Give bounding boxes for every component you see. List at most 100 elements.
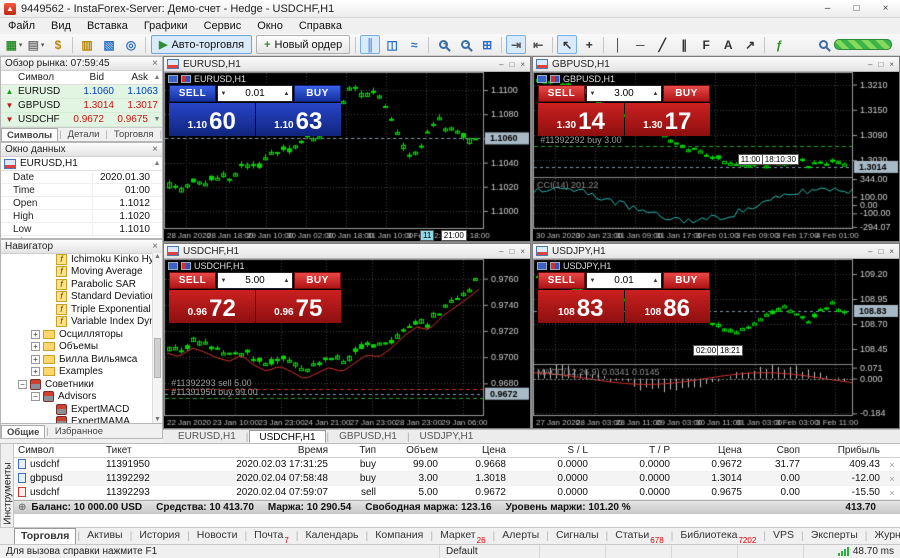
terminal-row[interactable]: usdchf113922932020.02.04 07:59:07sell5.0… (14, 486, 900, 500)
candles-icon[interactable]: ◫ (382, 35, 402, 54)
nav-item-Standard Deviation[interactable]: fStandard Deviation (1, 291, 162, 304)
cursor-icon[interactable]: ↖ (557, 35, 577, 54)
chart-minimize-button[interactable]: – (868, 60, 872, 69)
close-position-icon[interactable]: × (884, 488, 900, 498)
one-click-icon[interactable] (537, 75, 547, 83)
chart-tab-EURUSD,H1[interactable]: EURUSD,H1 (169, 430, 245, 443)
minimize-button[interactable]: – (813, 0, 842, 17)
close-position-icon[interactable]: × (884, 474, 900, 484)
volume-up-icon[interactable]: ▲ (281, 91, 292, 97)
line-chart-icon[interactable]: ≈ (404, 35, 424, 54)
scroll-down-icon[interactable]: ▼ (152, 116, 162, 123)
new-order-button[interactable]: +Новый ордер (256, 35, 350, 54)
terminal-tab-Новости[interactable]: Новости (191, 528, 244, 544)
terminal-tab-История[interactable]: История (133, 528, 186, 544)
crosshair-icon[interactable]: + (579, 35, 599, 54)
buy-button[interactable]: BUY (663, 272, 710, 289)
chart-restore-button[interactable]: □ (509, 247, 514, 256)
nav-item-Moving Average[interactable]: fMoving Average (1, 266, 162, 279)
chart-shift-icon[interactable]: ⇤ (528, 35, 548, 54)
chart-titlebar[interactable]: EURUSD,H1–□× (164, 57, 530, 72)
tab-Общие[interactable]: Общие (1, 425, 45, 438)
terminal-row[interactable]: gbpusd113922922020.02.04 07:58:48buy3.00… (14, 472, 900, 486)
chart-restore-button[interactable]: □ (878, 60, 883, 69)
terminal-col-Время[interactable]: Время (186, 445, 332, 456)
horizontal-line-icon[interactable]: ─ (630, 35, 650, 54)
collapse-icon[interactable]: − (18, 380, 27, 389)
chart-close-button[interactable]: × (520, 60, 525, 69)
sell-price[interactable]: 10883 (538, 290, 624, 323)
terminal-tab-Почта[interactable]: Почта7 (248, 528, 295, 544)
terminal-col-Цена[interactable]: Цена (442, 445, 510, 456)
scroll-up-icon[interactable]: ▲ (152, 74, 162, 81)
volume-stepper[interactable]: ▼0.01▲ (217, 85, 293, 102)
nav-item-Советники[interactable]: −Советники (1, 378, 162, 391)
navigator-scrollbar[interactable]: ▲▼ (152, 253, 162, 423)
terminal-tab-Маркет[interactable]: Маркет26 (434, 528, 491, 544)
buy-button[interactable]: BUY (663, 85, 710, 102)
chart-tab-USDCHF,H1[interactable]: USDCHF,H1 (249, 430, 325, 443)
chart-minimize-button[interactable]: – (499, 60, 503, 69)
volume-down-icon[interactable]: ▼ (218, 278, 229, 284)
vertical-line-icon[interactable]: │ (608, 35, 628, 54)
volume-down-icon[interactable]: ▼ (587, 278, 598, 284)
one-click-icon[interactable] (537, 262, 547, 270)
terminal-tab-Эксперты[interactable]: Эксперты (805, 528, 864, 544)
fibonacci-icon[interactable]: F (696, 35, 716, 54)
depth-of-market-icon[interactable] (181, 75, 191, 83)
market-watch-row[interactable]: ▼USDCHF0.96720.9675▼ (1, 113, 162, 127)
col-symbol[interactable]: Символ (1, 72, 64, 83)
volume-down-icon[interactable]: ▼ (587, 91, 598, 97)
sell-button[interactable]: SELL (538, 272, 585, 289)
chart-titlebar[interactable]: USDCHF,H1–□× (164, 244, 530, 259)
sell-button[interactable]: SELL (169, 272, 216, 289)
sell-price[interactable]: 1.1060 (169, 103, 255, 136)
arrows-tool-icon[interactable]: ↗ (740, 35, 760, 54)
nav-item-Объемы[interactable]: +Объемы (1, 341, 162, 354)
text-tool-icon[interactable]: A (718, 35, 738, 54)
nav-item-ExpertMAMA[interactable]: ExpertMAMA (1, 416, 162, 424)
depth-of-market-icon[interactable] (550, 262, 560, 270)
tab-Детали[interactable]: Детали (63, 129, 105, 140)
close-button[interactable]: × (871, 0, 900, 17)
buy-price[interactable]: 1.1063 (256, 103, 342, 136)
terminal-col-Символ[interactable]: Символ (14, 445, 102, 456)
terminal-row[interactable]: usdchf113919502020.02.03 17:31:25buy99.0… (14, 458, 900, 472)
chart-titlebar[interactable]: GBPUSD,H1–□× (533, 57, 899, 72)
terminal-tab-VPS[interactable]: VPS (767, 528, 800, 544)
menu-4[interactable]: Сервис (196, 19, 250, 33)
terminal-tab-Сигналы[interactable]: Сигналы (550, 528, 605, 544)
menu-1[interactable]: Вид (43, 19, 79, 33)
new-chart-icon[interactable]: ▦▾ (4, 35, 24, 54)
chart-titlebar[interactable]: USDJPY,H1–□× (533, 244, 899, 259)
terminal-col-Цена[interactable]: Цена (674, 445, 746, 456)
menu-5[interactable]: Окно (249, 19, 291, 33)
scroll-up-icon[interactable]: ▲ (152, 160, 162, 167)
bars-icon[interactable]: ║ (360, 35, 380, 54)
close-icon[interactable]: × (152, 145, 158, 155)
one-click-icon[interactable] (168, 262, 178, 270)
terminal-tab-Журнал[interactable]: Журнал (869, 528, 900, 544)
chart-tab-GBPUSD,H1[interactable]: GBPUSD,H1 (330, 430, 406, 443)
terminal-col-Тикет[interactable]: Тикет (102, 445, 186, 456)
collapse-icon[interactable]: − (31, 392, 40, 401)
volume-up-icon[interactable]: ▲ (281, 278, 292, 284)
menu-6[interactable]: Справка (291, 19, 350, 33)
nav-item-Билла Вильямса[interactable]: +Билла Вильямса (1, 353, 162, 366)
terminal-tab-Алерты[interactable]: Алерты (496, 528, 545, 544)
channel-icon[interactable]: ∥ (674, 35, 694, 54)
zoom-out-icon[interactable]: − (455, 35, 475, 54)
chart-close-button[interactable]: × (889, 60, 894, 69)
sell-button[interactable]: SELL (169, 85, 216, 102)
col-ask[interactable]: Ask (108, 72, 152, 83)
terminal-col-Тип[interactable]: Тип (332, 445, 380, 456)
maximize-button[interactable]: □ (842, 0, 871, 17)
chart-minimize-button[interactable]: – (499, 247, 503, 256)
chart-close-button[interactable]: × (520, 247, 525, 256)
tab-Символы[interactable]: Символы (1, 128, 58, 141)
auto-scroll-icon[interactable]: ⇥ (506, 35, 526, 54)
terminal-tab-Статьи[interactable]: Статьи678 (609, 528, 669, 544)
depth-of-market-icon[interactable] (181, 262, 191, 270)
nav-item-Parabolic SAR[interactable]: fParabolic SAR (1, 278, 162, 291)
data-window-symbol-row[interactable]: EURUSD,H1 ▲ (1, 157, 162, 171)
